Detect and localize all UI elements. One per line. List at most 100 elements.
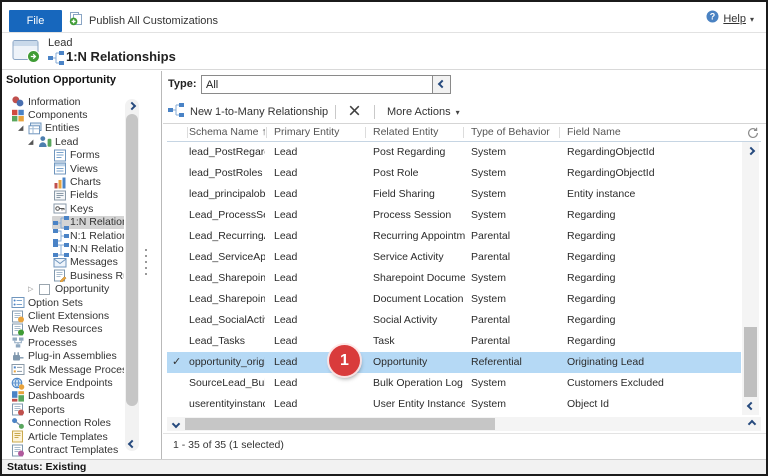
publish-all-customizations-button[interactable]: Publish All Customizations [69,10,218,32]
column-header-field-name[interactable]: Field Name [567,124,717,141]
grid-horizontal-scrollbar-thumb[interactable] [185,418,495,430]
grid-scroll-up-button[interactable] [742,144,759,158]
one-to-many-title-icon [48,51,64,70]
lead-icon [38,135,52,148]
type-filter-select[interactable]: All [201,75,451,94]
record-count: 1 - 35 of 35 (1 selected) [173,439,284,451]
tree-collapsed-arrow-icon[interactable]: ▷ [28,285,37,293]
table-row[interactable]: Lead_ProcessSessionsLeadProcess SessionS… [167,205,741,226]
sidebar-item-charts[interactable]: Charts [52,175,104,188]
more-actions-button[interactable]: More Actions ▾ [387,103,460,121]
divider [163,433,766,434]
grid-scroll-left-button[interactable] [169,417,183,431]
sidebar-item-fields[interactable]: Fields [52,189,101,202]
messages-icon [53,256,67,269]
publish-icon [69,11,84,31]
column-header-related-entity[interactable]: Related Entity [373,124,465,141]
column-header-schema-name[interactable]: Schema Name ↑ [189,124,265,141]
grid-scroll-right-button[interactable] [745,417,759,431]
help-caret-icon: ▾ [750,15,754,24]
table-row[interactable]: Lead_RecurringAppointme...LeadRecurring … [167,226,741,247]
grid-horizontal-scrollbar[interactable] [167,417,761,431]
delete-button[interactable] [345,104,363,120]
table-row[interactable]: userentityinstancedata_leadLeadUser Enti… [167,394,741,415]
more-actions-label: More Actions [387,106,451,118]
column-separator [187,127,188,138]
sidebar-item-n-1-relationships[interactable]: N:1 Relationships [52,229,124,242]
sidebar-item-lead[interactable]: ◢Lead [28,135,81,148]
sidebar-scroll-down-button[interactable] [125,437,139,451]
sidebar-scrollbar[interactable] [125,99,139,451]
svg-text:?: ? [710,12,716,22]
sidebar-scrollbar-thumb[interactable] [126,114,138,406]
sidebar-item-service-endpoints[interactable]: Service Endpoints [10,376,116,389]
sidebar-item-views[interactable]: Views [52,162,101,175]
table-row[interactable]: lead_PostRolesLeadPost RoleSystemRegardi… [167,163,741,184]
connection-roles-icon [11,417,25,430]
sidebar-item-sdk-message-processin[interactable]: Sdk Message Processin... [10,363,124,376]
solution-tree: InformationComponents◢Entities◢LeadForms… [2,95,124,459]
table-row[interactable]: ✓opportunity_originating_le...LeadOpport… [167,352,741,373]
tree-expanded-arrow-icon[interactable]: ◢ [28,138,37,146]
sidebar-item-plug-in-assemblies[interactable]: Plug-in Assemblies [10,350,120,363]
client-extensions-icon [11,310,25,323]
table-row[interactable]: lead_PostRegardingsLeadPost RegardingSys… [167,142,741,163]
grid-vertical-scrollbar-thumb[interactable] [744,327,757,397]
contract-templates-icon [11,444,25,457]
sidebar-item-article-templates[interactable]: Article Templates [10,430,111,443]
table-row[interactable]: Lead_SharepointDocumentLeadSharepoint Do… [167,268,741,289]
sidebar-item-information[interactable]: Information [10,95,84,108]
status-text: Status: Existing [7,461,86,473]
table-row[interactable]: lead_principalobjectattribu...LeadField … [167,184,741,205]
pane-splitter-grip[interactable] [144,249,148,279]
sidebar-item-contract-templates[interactable]: Contract Templates [10,443,121,456]
grid-vertical-scrollbar[interactable] [742,142,759,415]
new-relationship-label: New 1-to-Many Relationship [190,106,328,118]
sidebar-item-processes[interactable]: Processes [10,336,80,349]
sidebar-item-connection-roles[interactable]: Connection Roles [10,417,114,430]
sidebar-item-keys[interactable]: Keys [52,202,96,215]
help-menu[interactable]: ? Help ▾ [706,10,754,28]
sidebar-item-client-extensions[interactable]: Client Extensions [10,309,112,322]
sidebar-item-1-n-relationships[interactable]: 1:N Relationships [52,216,124,229]
sidebar-item-components[interactable]: Components [10,108,91,121]
entity-name: Lead [48,37,72,49]
processes-icon [11,336,25,349]
one-to-many-icon [53,216,67,229]
sidebar-item-forms[interactable]: Forms [52,149,103,162]
solution-title: Solution Opportunity [6,74,116,86]
type-filter-dropdown-button[interactable] [432,76,450,93]
sidebar-item-entities[interactable]: ◢Entities [18,122,82,135]
row-selected-checkmark-icon: ✓ [172,352,181,373]
sidebar-scroll-up-button[interactable] [125,99,139,113]
sidebar-item-opportunity[interactable]: ▷Opportunity [28,283,112,296]
column-header-type-of-behavior[interactable]: Type of Behavior [471,124,561,141]
table-row[interactable]: Lead_ServiceAppointmentsLeadService Acti… [167,247,741,268]
sidebar-item-messages[interactable]: Messages [52,256,121,269]
new-relationship-button[interactable]: New 1-to-Many Relationship [168,103,328,121]
grid-scroll-down-button[interactable] [742,399,759,413]
sidebar-item-web-resources[interactable]: Web Resources [10,323,106,336]
toolbar-separator [335,105,336,119]
status-bar: Status: Existing [2,459,766,474]
reports-icon [11,403,25,416]
business-rules-icon [53,269,67,282]
sidebar-item-option-sets[interactable]: Option Sets [10,296,86,309]
sidebar-item-dashboards[interactable]: Dashboards [10,390,88,403]
table-row[interactable]: Lead_SharepointDocumen...LeadDocument Lo… [167,289,741,310]
sidebar-item-n-n-relationshi[interactable]: N:N Relationshi... [52,242,124,255]
grid-toolbar: New 1-to-Many Relationship More Actions … [163,100,766,124]
table-row[interactable]: SourceLead_BulkOperation...LeadBulk Oper… [167,373,741,394]
column-header-primary-entity[interactable]: Primary Entity [274,124,366,141]
relationships-main-panel: Type: All New 1-to-Many Relationship Mor… [163,71,766,459]
file-button[interactable]: File [9,10,62,32]
grid-rows: lead_PostRegardingsLeadPost RegardingSys… [167,142,741,415]
plug-in-assemblies-icon [11,350,25,363]
sidebar-item-reports[interactable]: Reports [10,403,68,416]
table-row[interactable]: Lead_SocialActivitiesLeadSocial Activity… [167,310,741,331]
publish-label: Publish All Customizations [89,15,218,27]
views-icon [53,162,67,175]
table-row[interactable]: Lead_TasksLeadTaskParentalRegarding [167,331,741,352]
sidebar-item-business-rules[interactable]: Business Rules [52,269,124,282]
tree-expanded-arrow-icon[interactable]: ◢ [18,124,27,132]
